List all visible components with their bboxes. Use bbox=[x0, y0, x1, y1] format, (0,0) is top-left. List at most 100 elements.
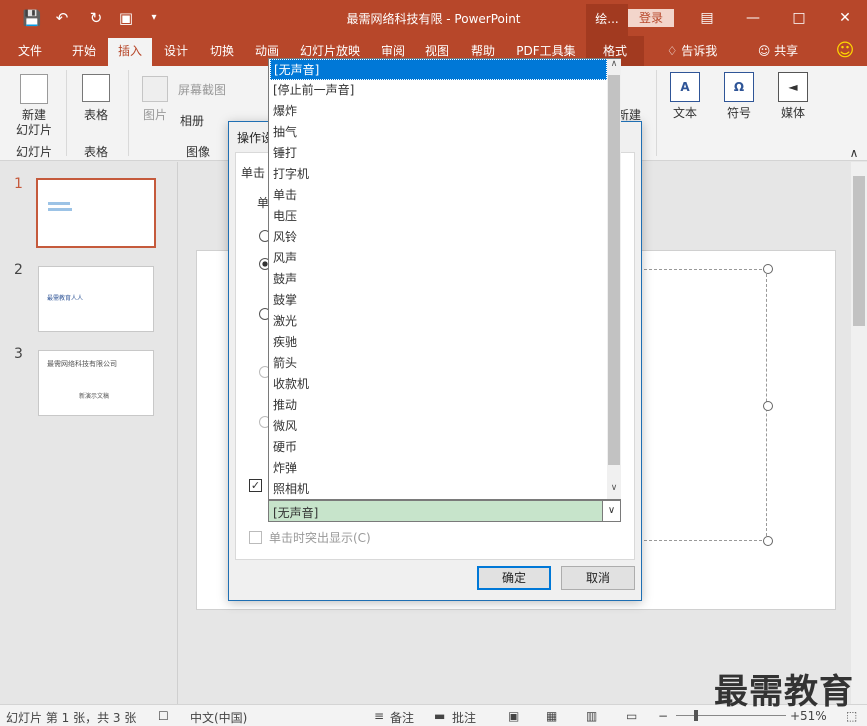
sound-option[interactable]: 爆炸 bbox=[270, 101, 607, 122]
ribbon-separator bbox=[128, 70, 129, 156]
comments-icon[interactable]: ▬ bbox=[434, 709, 445, 723]
cancel-button[interactable]: 取消 bbox=[561, 566, 635, 590]
zoom-slider[interactable] bbox=[676, 715, 786, 716]
context-tab-drawing[interactable]: 绘... bbox=[586, 4, 628, 36]
smiley-icon[interactable]: ☺ bbox=[830, 36, 860, 66]
reading-view-icon[interactable]: ▥ bbox=[586, 709, 597, 723]
scroll-down-icon[interactable]: ∨ bbox=[608, 483, 620, 497]
zoom-slider-thumb[interactable] bbox=[694, 710, 698, 721]
dropdown-scrollbar[interactable]: ∧ ∨ bbox=[607, 59, 621, 499]
media-icon[interactable]: ◄ bbox=[778, 72, 808, 102]
lightbulb-icon: ♢ bbox=[666, 44, 678, 58]
scroll-up-icon[interactable]: ∧ bbox=[608, 59, 620, 73]
sound-option[interactable]: 锤打 bbox=[270, 143, 607, 164]
text-label[interactable]: 文本 bbox=[664, 104, 706, 121]
minimize-button[interactable]: — bbox=[730, 0, 776, 36]
sound-option[interactable]: 风声 bbox=[270, 248, 607, 269]
screenshot-button[interactable]: 屏幕截图 bbox=[178, 81, 258, 98]
login-button[interactable]: 登录 bbox=[628, 9, 674, 27]
picture-icon[interactable] bbox=[142, 76, 168, 102]
highlight-label: 单击时突出显示(C) bbox=[269, 531, 371, 545]
person-icon: ☺ bbox=[757, 44, 771, 58]
sound-option[interactable]: 抽气 bbox=[270, 122, 607, 143]
table-icon[interactable] bbox=[82, 74, 110, 102]
symbol-icon[interactable]: Ω bbox=[724, 72, 754, 102]
new-slide-label2[interactable]: 幻灯片 bbox=[8, 121, 60, 138]
tab-file[interactable]: 文件 bbox=[8, 36, 52, 66]
picture-label[interactable]: 图片 bbox=[140, 106, 170, 123]
sound-option[interactable]: 激光 bbox=[270, 311, 607, 332]
ok-button[interactable]: 确定 bbox=[477, 566, 551, 590]
ribbon-separator bbox=[66, 70, 67, 156]
sound-option[interactable]: 电压 bbox=[270, 206, 607, 227]
sound-option[interactable]: 疾驰 bbox=[270, 332, 607, 353]
group-tables-label: 表格 bbox=[83, 145, 108, 159]
slide-thumbnail-panel: 1 2 最需教育人人 3 最需网络科技有限公司 新演示文稿 bbox=[0, 162, 178, 704]
sound-option[interactable]: 推动 bbox=[270, 395, 607, 416]
group-slides-label: 幻灯片 bbox=[15, 145, 52, 159]
title-bar: 💾 ↶ ↻ ▣ ▾ 最需网络科技有限 - PowerPoint 绘... 登录 … bbox=[0, 0, 867, 36]
collapse-ribbon-icon[interactable]: ∧ bbox=[846, 146, 862, 160]
tab-design[interactable]: 设计 bbox=[156, 36, 196, 66]
maximize-button[interactable]: □ bbox=[776, 0, 822, 36]
symbol-label[interactable]: 符号 bbox=[718, 104, 760, 121]
sound-dropdown-list[interactable]: [无声音] [停止前一声音] 爆炸 抽气 锤打 打字机 单击 电压 风铃 风声 … bbox=[268, 58, 621, 500]
sound-combobox[interactable]: [无声音] ∨ bbox=[268, 500, 621, 522]
comments-button[interactable]: 批注 bbox=[452, 709, 476, 726]
thumb-number: 1 bbox=[14, 176, 23, 192]
thumb-subtext: 新演示文稿 bbox=[79, 393, 110, 400]
dropdown-scroll-thumb[interactable] bbox=[608, 75, 620, 465]
resize-handle[interactable] bbox=[763, 264, 773, 274]
close-button[interactable]: ✕ bbox=[822, 0, 867, 36]
share-label: 共享 bbox=[774, 44, 799, 58]
resize-handle[interactable] bbox=[763, 536, 773, 546]
thumb-number: 3 bbox=[14, 346, 23, 362]
slide-thumbnail-2[interactable]: 最需教育人人 bbox=[38, 266, 154, 332]
sound-option[interactable]: 风铃 bbox=[270, 227, 607, 248]
sound-option[interactable]: [无声音] bbox=[270, 59, 607, 80]
scroll-thumb[interactable] bbox=[853, 176, 865, 326]
zoom-out-icon[interactable]: − bbox=[658, 709, 668, 723]
table-label[interactable]: 表格 bbox=[74, 106, 118, 123]
chevron-down-icon[interactable]: ∨ bbox=[602, 501, 620, 521]
notes-button[interactable]: 备注 bbox=[390, 709, 414, 726]
sound-option[interactable]: 单击 bbox=[270, 185, 607, 206]
tab-insert[interactable]: 插入 bbox=[108, 38, 152, 66]
highlight-checkbox[interactable] bbox=[249, 531, 262, 544]
tell-me-label: 告诉我 bbox=[681, 44, 718, 58]
ribbon-separator bbox=[656, 70, 657, 156]
dialog-tab-click[interactable]: 单击 bbox=[241, 164, 265, 181]
group-images-label: 图像 bbox=[185, 145, 210, 159]
sound-option[interactable]: 打字机 bbox=[270, 164, 607, 185]
tab-home[interactable]: 开始 bbox=[62, 36, 106, 66]
sound-option[interactable]: 箭头 bbox=[270, 353, 607, 374]
sound-option[interactable]: 收款机 bbox=[270, 374, 607, 395]
tab-transitions[interactable]: 切换 bbox=[200, 36, 244, 66]
sound-option[interactable]: 炸弹 bbox=[270, 458, 607, 479]
slideshow-view-icon[interactable]: ▭ bbox=[626, 709, 637, 723]
share-button[interactable]: ☺ 共享 bbox=[748, 36, 808, 66]
sound-option[interactable]: 鼓掌 bbox=[270, 290, 607, 311]
thumb-text: 最需教育人人 bbox=[47, 295, 84, 302]
sorter-view-icon[interactable]: ▦ bbox=[546, 709, 557, 723]
thumb-text: 最需网络科技有限公司 bbox=[47, 360, 117, 368]
vertical-scrollbar[interactable] bbox=[851, 162, 867, 704]
accessibility-icon[interactable]: ☐ bbox=[158, 709, 169, 723]
play-sound-checkbox[interactable]: ✓ bbox=[249, 479, 262, 492]
sound-option[interactable]: 鼓声 bbox=[270, 269, 607, 290]
text-icon[interactable]: A bbox=[670, 72, 700, 102]
slide-thumbnail-1[interactable] bbox=[36, 178, 156, 248]
tell-me[interactable]: ♢ 告诉我 bbox=[652, 36, 732, 66]
notes-icon[interactable]: ≡ bbox=[374, 709, 384, 723]
language-indicator[interactable]: 中文(中国) bbox=[190, 709, 247, 726]
normal-view-icon[interactable]: ▣ bbox=[508, 709, 519, 723]
slide-thumbnail-3[interactable]: 最需网络科技有限公司 新演示文稿 bbox=[38, 350, 154, 416]
media-label[interactable]: 媒体 bbox=[772, 104, 814, 121]
sound-option[interactable]: 微风 bbox=[270, 416, 607, 437]
new-slide-icon[interactable] bbox=[20, 74, 48, 104]
ribbon-display-icon[interactable]: ▤ bbox=[684, 0, 730, 36]
sound-option[interactable]: 照相机 bbox=[270, 479, 607, 500]
sound-option[interactable]: 硬币 bbox=[270, 437, 607, 458]
resize-handle[interactable] bbox=[763, 401, 773, 411]
sound-option[interactable]: [停止前一声音] bbox=[270, 80, 607, 101]
